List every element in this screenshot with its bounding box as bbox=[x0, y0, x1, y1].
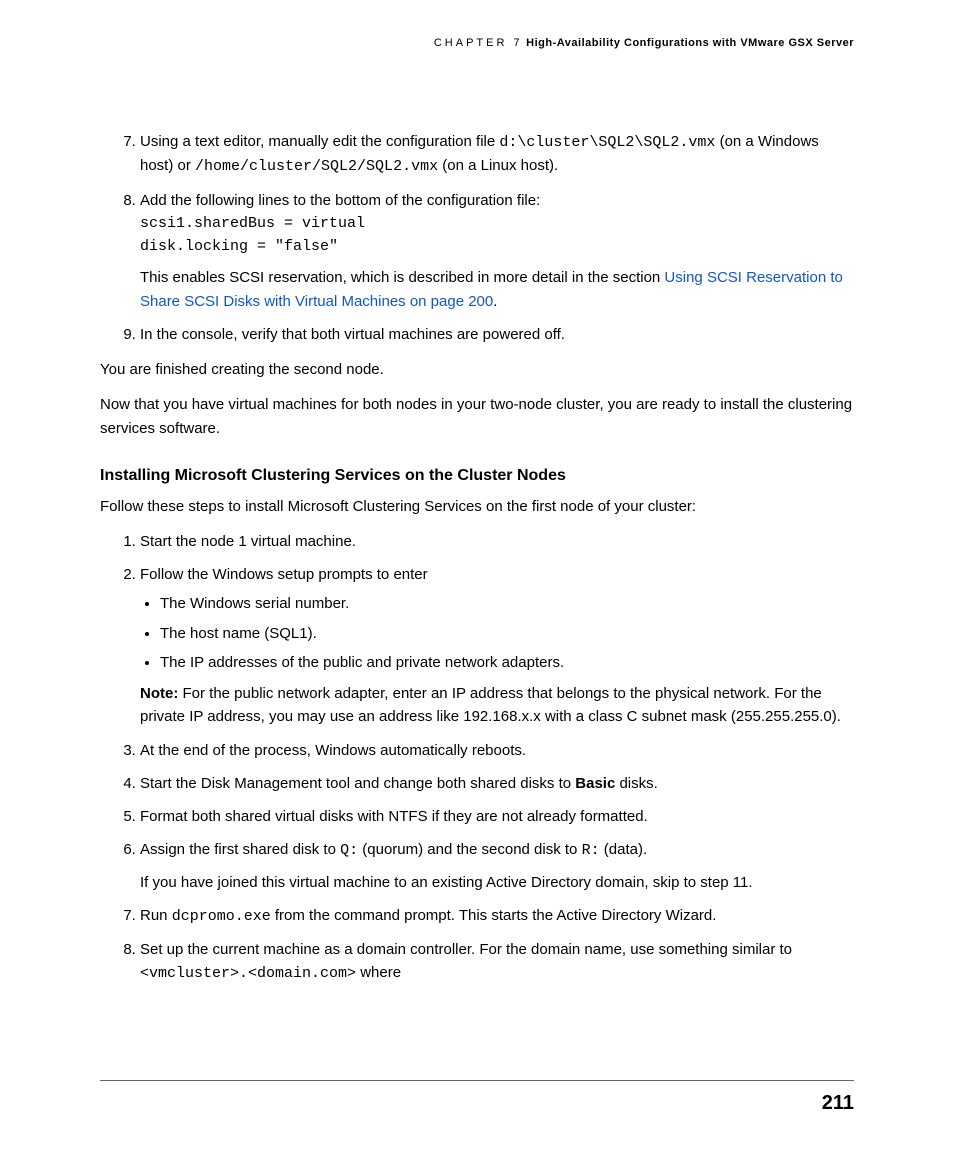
page-number: 211 bbox=[822, 1088, 854, 1119]
install-step-6-code2: R: bbox=[582, 842, 600, 859]
install-step-7-a: Run bbox=[140, 907, 172, 924]
section-heading: Installing Microsoft Clustering Services… bbox=[100, 464, 854, 489]
bullet-serial: The Windows serial number. bbox=[160, 592, 854, 615]
install-step-3: At the end of the process, Windows autom… bbox=[140, 739, 854, 762]
bullet-hostname: The host name (SQL1). bbox=[160, 622, 854, 645]
install-step-8: Set up the current machine as a domain c… bbox=[140, 938, 854, 986]
page-content: Using a text editor, manually edit the c… bbox=[100, 130, 854, 998]
install-step-7-b: from the command prompt. This starts the… bbox=[271, 907, 717, 924]
install-step-8-b: where bbox=[356, 964, 401, 981]
chapter-label: CHAPTER 7 bbox=[434, 37, 523, 49]
bullet-ip: The IP addresses of the public and priva… bbox=[160, 651, 854, 674]
install-step-6-code1: Q: bbox=[340, 842, 358, 859]
page-header: CHAPTER 7 High-Availability Configuratio… bbox=[434, 35, 854, 52]
install-step-7: Run dcpromo.exe from the command prompt.… bbox=[140, 904, 854, 928]
note-text: For the public network adapter, enter an… bbox=[140, 685, 841, 725]
install-step-4-c: disks. bbox=[615, 775, 658, 792]
step-7-text-a: Using a text editor, manually edit the c… bbox=[140, 133, 499, 150]
install-step-6-b: (quorum) and the second disk to bbox=[358, 841, 581, 858]
install-step-2-bullets: The Windows serial number. The host name… bbox=[140, 592, 854, 674]
note-label: Note: bbox=[140, 685, 178, 702]
step-8: Add the following lines to the bottom of… bbox=[140, 189, 854, 313]
step-8-code-2: disk.locking = "false" bbox=[140, 235, 854, 258]
steps-list-continued: Using a text editor, manually edit the c… bbox=[100, 130, 854, 346]
step-9-text: In the console, verify that both virtual… bbox=[140, 326, 565, 343]
install-steps-list: Start the node 1 virtual machine. Follow… bbox=[100, 530, 854, 986]
install-step-6-c: (data). bbox=[600, 841, 648, 858]
install-step-8-a: Set up the current machine as a domain c… bbox=[140, 941, 792, 958]
install-step-4: Start the Disk Management tool and chang… bbox=[140, 772, 854, 795]
step-7-code-2: /home/cluster/SQL2/SQL2.vmx bbox=[195, 158, 438, 175]
ready-install-para: Now that you have virtual machines for b… bbox=[100, 393, 854, 440]
step-8-text-c: . bbox=[493, 293, 497, 310]
install-step-4-a: Start the Disk Management tool and chang… bbox=[140, 775, 575, 792]
install-step-2-note: Note: For the public network adapter, en… bbox=[140, 682, 854, 729]
install-step-4-b: Basic bbox=[575, 775, 615, 792]
step-7-code-1: d:\cluster\SQL2\SQL2.vmx bbox=[499, 134, 715, 151]
chapter-title: High-Availability Configurations with VM… bbox=[526, 37, 854, 49]
step-8-text-b: This enables SCSI reservation, which is … bbox=[140, 269, 664, 286]
install-step-6: Assign the first shared disk to Q: (quor… bbox=[140, 838, 854, 894]
step-9: In the console, verify that both virtual… bbox=[140, 323, 854, 346]
install-step-2-text: Follow the Windows setup prompts to ente… bbox=[140, 566, 428, 583]
step-7-text-c: (on a Linux host). bbox=[438, 157, 558, 174]
step-8-para: This enables SCSI reservation, which is … bbox=[140, 266, 854, 313]
intro-para: Follow these steps to install Microsoft … bbox=[100, 495, 854, 518]
install-step-2: Follow the Windows setup prompts to ente… bbox=[140, 563, 854, 729]
install-step-5: Format both shared virtual disks with NT… bbox=[140, 805, 854, 828]
step-8-text-a: Add the following lines to the bottom of… bbox=[140, 192, 540, 209]
install-step-1: Start the node 1 virtual machine. bbox=[140, 530, 854, 553]
footer-rule bbox=[100, 1080, 854, 1081]
step-8-code-1: scsi1.sharedBus = virtual bbox=[140, 212, 854, 235]
install-step-6-para: If you have joined this virtual machine … bbox=[140, 871, 854, 894]
step-7: Using a text editor, manually edit the c… bbox=[140, 130, 854, 179]
finished-node-para: You are finished creating the second nod… bbox=[100, 358, 854, 381]
install-step-8-code: <vmcluster>.<domain.com> bbox=[140, 965, 356, 982]
install-step-7-code: dcpromo.exe bbox=[172, 908, 271, 925]
install-step-6-a: Assign the first shared disk to bbox=[140, 841, 340, 858]
